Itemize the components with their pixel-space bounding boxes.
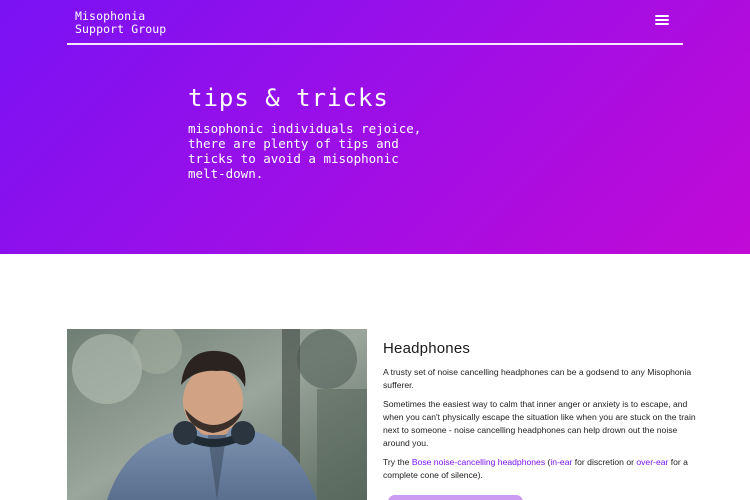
headphones-section: Headphones A trusty set of noise cancell… xyxy=(383,340,703,488)
section-paragraph-1: A trusty set of noise cancelling headpho… xyxy=(383,367,692,390)
hero-banner: Misophonia Support Group tips & tricks m… xyxy=(0,0,750,254)
section-paragraph-2: Sometimes the easiest way to calm that i… xyxy=(383,399,696,448)
header-divider xyxy=(67,43,683,45)
p3-mid-2: for discretion or xyxy=(572,457,637,467)
section-paragraph-3: Try the Bose noise-cancelling headphones… xyxy=(383,456,703,482)
page-title: tips & tricks xyxy=(188,84,389,112)
p3-prefix: Try the xyxy=(383,457,412,467)
cta-button[interactable] xyxy=(388,495,523,500)
brand-logo[interactable]: Misophonia Support Group xyxy=(75,10,166,36)
section-heading: Headphones xyxy=(383,340,471,357)
brand-line-2: Support Group xyxy=(75,22,167,36)
in-ear-link[interactable]: in-ear xyxy=(550,457,572,467)
page-subtitle: misophonic individuals rejoice, there ar… xyxy=(188,121,422,181)
hamburger-menu-icon[interactable] xyxy=(655,15,669,27)
bose-headphones-link[interactable]: Bose noise-cancelling headphones xyxy=(412,457,545,467)
headphones-photo xyxy=(67,329,367,500)
over-ear-link[interactable]: over-ear xyxy=(636,457,668,467)
